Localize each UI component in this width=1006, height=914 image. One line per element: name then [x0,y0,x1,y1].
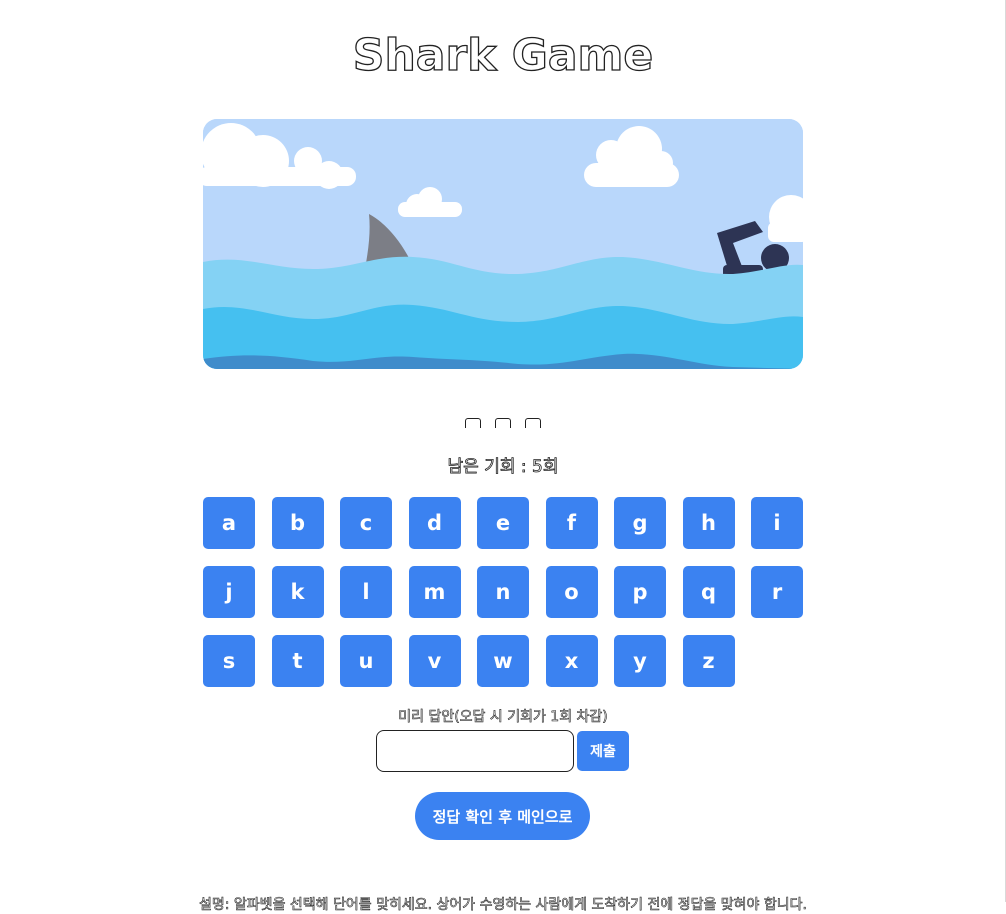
key-u[interactable]: u [340,635,392,687]
key-f[interactable]: f [545,497,598,549]
key-o[interactable]: o [545,566,598,618]
key-m[interactable]: m [408,566,461,618]
guess-input[interactable] [376,730,574,772]
alphabet-keyboard: abcdefghi jklmnopqr stuvwxyz [203,497,809,687]
scene-illustration [203,119,803,369]
key-q[interactable]: q [682,566,735,618]
guess-label: 미리 답안(오답 시 기회가 1회 차감) [398,709,608,726]
check-answer-main-button[interactable]: 정답 확인 후 메인으로 [415,792,590,840]
remaining-chances: 남은 기회 : 5회 [447,457,559,478]
key-w[interactable]: w [477,635,529,687]
key-v[interactable]: v [408,635,461,687]
key-t[interactable]: t [271,635,324,687]
game-scene [203,119,803,369]
key-n[interactable]: n [477,566,529,618]
key-b[interactable]: b [271,497,324,549]
letter-slot [495,418,511,428]
letter-slot [525,418,541,428]
key-e[interactable]: e [477,497,529,549]
word-slots [0,418,1006,428]
key-p[interactable]: p [614,566,666,618]
key-a[interactable]: a [203,497,255,549]
key-l[interactable]: l [340,566,392,618]
key-i[interactable]: i [751,497,803,549]
key-g[interactable]: g [614,497,666,549]
key-y[interactable]: y [614,635,666,687]
page-title: Shark Game [352,29,654,81]
key-s[interactable]: s [203,635,255,687]
key-x[interactable]: x [545,635,598,687]
key-z[interactable]: z [682,635,735,687]
key-h[interactable]: h [682,497,735,549]
key-c[interactable]: c [340,497,392,549]
key-r[interactable]: r [751,566,803,618]
letter-slot [465,418,481,428]
footer-text: 설명: 알파벳을 선택해 단어를 맞히세요. 상어가 수영하는 사람에게 도착하… [199,897,808,914]
key-j[interactable]: j [203,566,255,618]
key-k[interactable]: k [271,566,324,618]
submit-button[interactable]: 제출 [577,731,629,771]
key-d[interactable]: d [408,497,461,549]
